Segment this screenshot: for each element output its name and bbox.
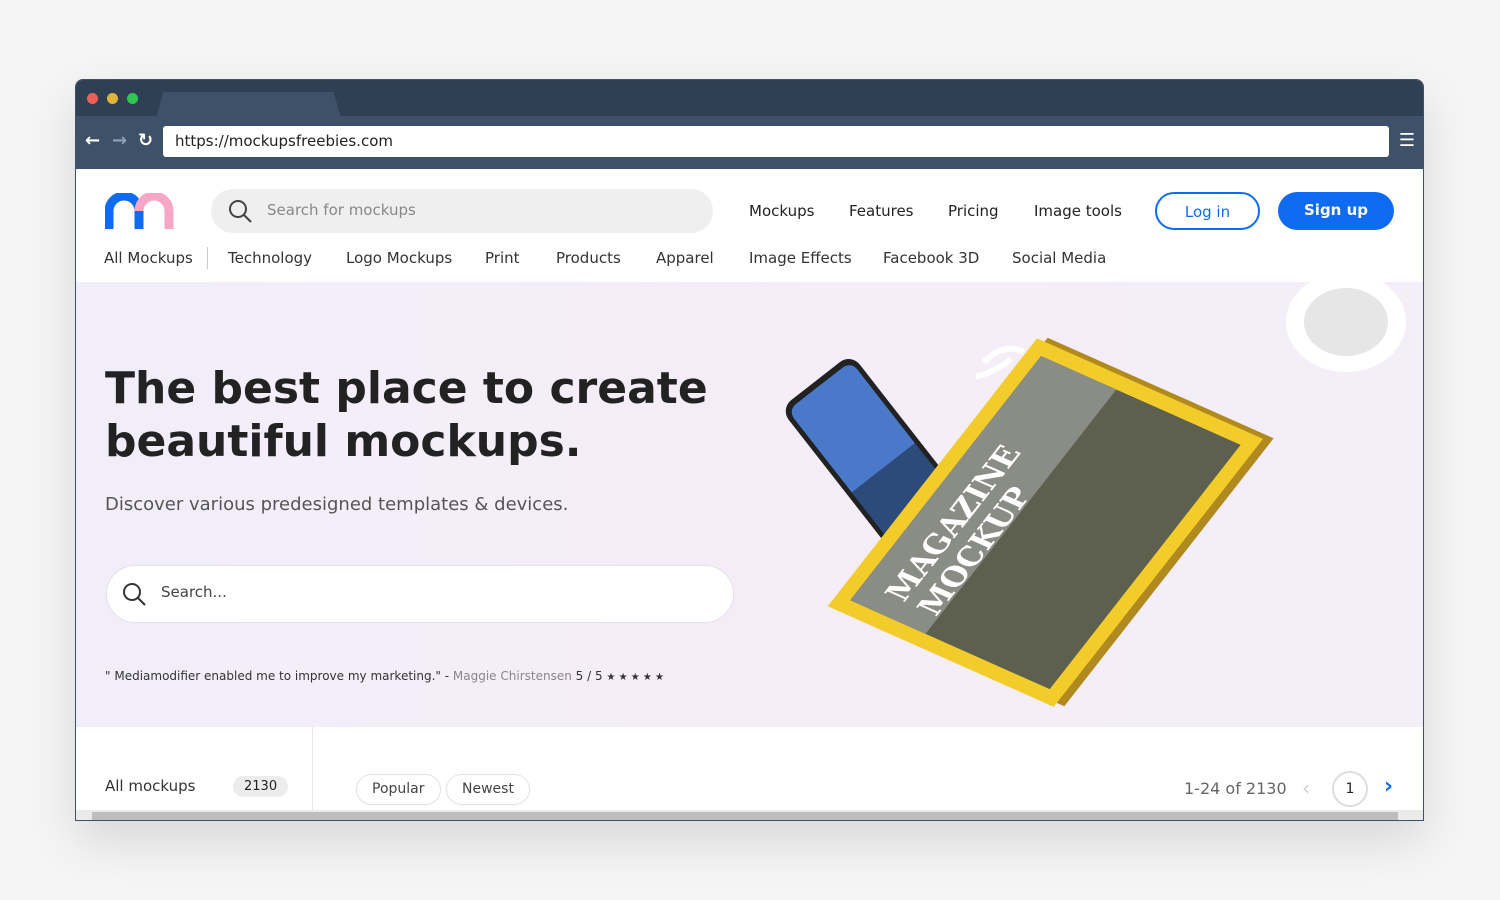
search-icon xyxy=(229,200,252,223)
sort-newest[interactable]: Newest xyxy=(446,774,530,805)
nav-image-tools[interactable]: Image tools xyxy=(1034,202,1122,220)
hero-section: The best place to create beautiful mockup… xyxy=(76,282,1423,727)
results-range: 1-24 of 2130 xyxy=(1184,779,1287,798)
site-logo[interactable] xyxy=(105,193,175,229)
close-window-dot[interactable] xyxy=(87,93,98,104)
hero-mockup-image: MAGAZINEMOCKUP xyxy=(785,282,1406,707)
testimonial-author: Maggie Chirstensen xyxy=(452,669,572,683)
category-logo-mockups[interactable]: Logo Mockups xyxy=(346,249,452,267)
all-mockups-count: 2130 xyxy=(233,776,289,797)
nav-features[interactable]: Features xyxy=(849,202,914,220)
minimize-window-dot[interactable] xyxy=(107,93,118,104)
category-print[interactable]: Print xyxy=(485,249,520,267)
browser-toolbar: ← → ↻ https://mockupsfreebies.com ☰ xyxy=(76,116,1423,169)
prev-page-icon[interactable]: ‹ xyxy=(1302,776,1310,800)
category-image-effects[interactable]: Image Effects xyxy=(749,249,852,267)
hero-search-placeholder: Search... xyxy=(161,583,227,601)
header-search-input[interactable]: Search for mockups xyxy=(211,189,713,233)
category-apparel[interactable]: Apparel xyxy=(656,249,714,267)
category-technology[interactable]: Technology xyxy=(228,249,312,267)
category-all-mockups[interactable]: All Mockups xyxy=(104,249,193,267)
rating: 5 / 5 xyxy=(575,669,603,683)
back-icon[interactable]: ← xyxy=(85,130,100,151)
listing-bar: All mockups 2130 Popular Newest 1-24 of … xyxy=(76,727,1423,810)
hero-subtitle: Discover various predesigned templates &… xyxy=(105,494,569,515)
nav-pricing[interactable]: Pricing xyxy=(948,202,999,220)
next-page-icon[interactable]: › xyxy=(1384,774,1393,799)
star-rating-icon: ★ ★ ★ ★ ★ xyxy=(606,672,664,683)
maximize-window-dot[interactable] xyxy=(127,93,138,104)
page-content: Search for mockups Mockups Features Pric… xyxy=(76,169,1423,820)
login-button[interactable]: Log in xyxy=(1155,192,1260,230)
forward-icon[interactable]: → xyxy=(112,130,127,151)
nav-mockups[interactable]: Mockups xyxy=(749,202,814,220)
category-facebook-3d[interactable]: Facebook 3D xyxy=(883,249,979,267)
sort-popular[interactable]: Popular xyxy=(356,774,441,805)
tab-bar xyxy=(76,80,1423,118)
sidebar-divider xyxy=(312,727,313,810)
category-products[interactable]: Products xyxy=(556,249,621,267)
scrollbar-thumb[interactable] xyxy=(92,812,1398,820)
browser-window: ← → ↻ https://mockupsfreebies.com ☰ Sear… xyxy=(75,79,1424,821)
testimonial: " Mediamodifier enabled me to improve my… xyxy=(105,669,664,683)
search-placeholder: Search for mockups xyxy=(267,201,416,219)
reload-icon[interactable]: ↻ xyxy=(138,130,153,151)
hamburger-menu-icon[interactable]: ☰ xyxy=(1399,130,1415,151)
hero-title: The best place to create beautiful mockup… xyxy=(105,363,708,467)
url-bar[interactable]: https://mockupsfreebies.com xyxy=(163,126,1389,157)
hero-search-input[interactable]: Search... xyxy=(106,565,734,623)
horizontal-scrollbar[interactable] xyxy=(76,810,1423,820)
signup-button[interactable]: Sign up xyxy=(1278,192,1394,230)
category-divider xyxy=(207,247,208,269)
search-icon xyxy=(123,583,146,606)
all-mockups-label[interactable]: All mockups xyxy=(105,777,195,795)
page-number[interactable]: 1 xyxy=(1332,771,1368,807)
category-social-media[interactable]: Social Media xyxy=(1012,249,1106,267)
browser-tab[interactable] xyxy=(156,92,341,118)
